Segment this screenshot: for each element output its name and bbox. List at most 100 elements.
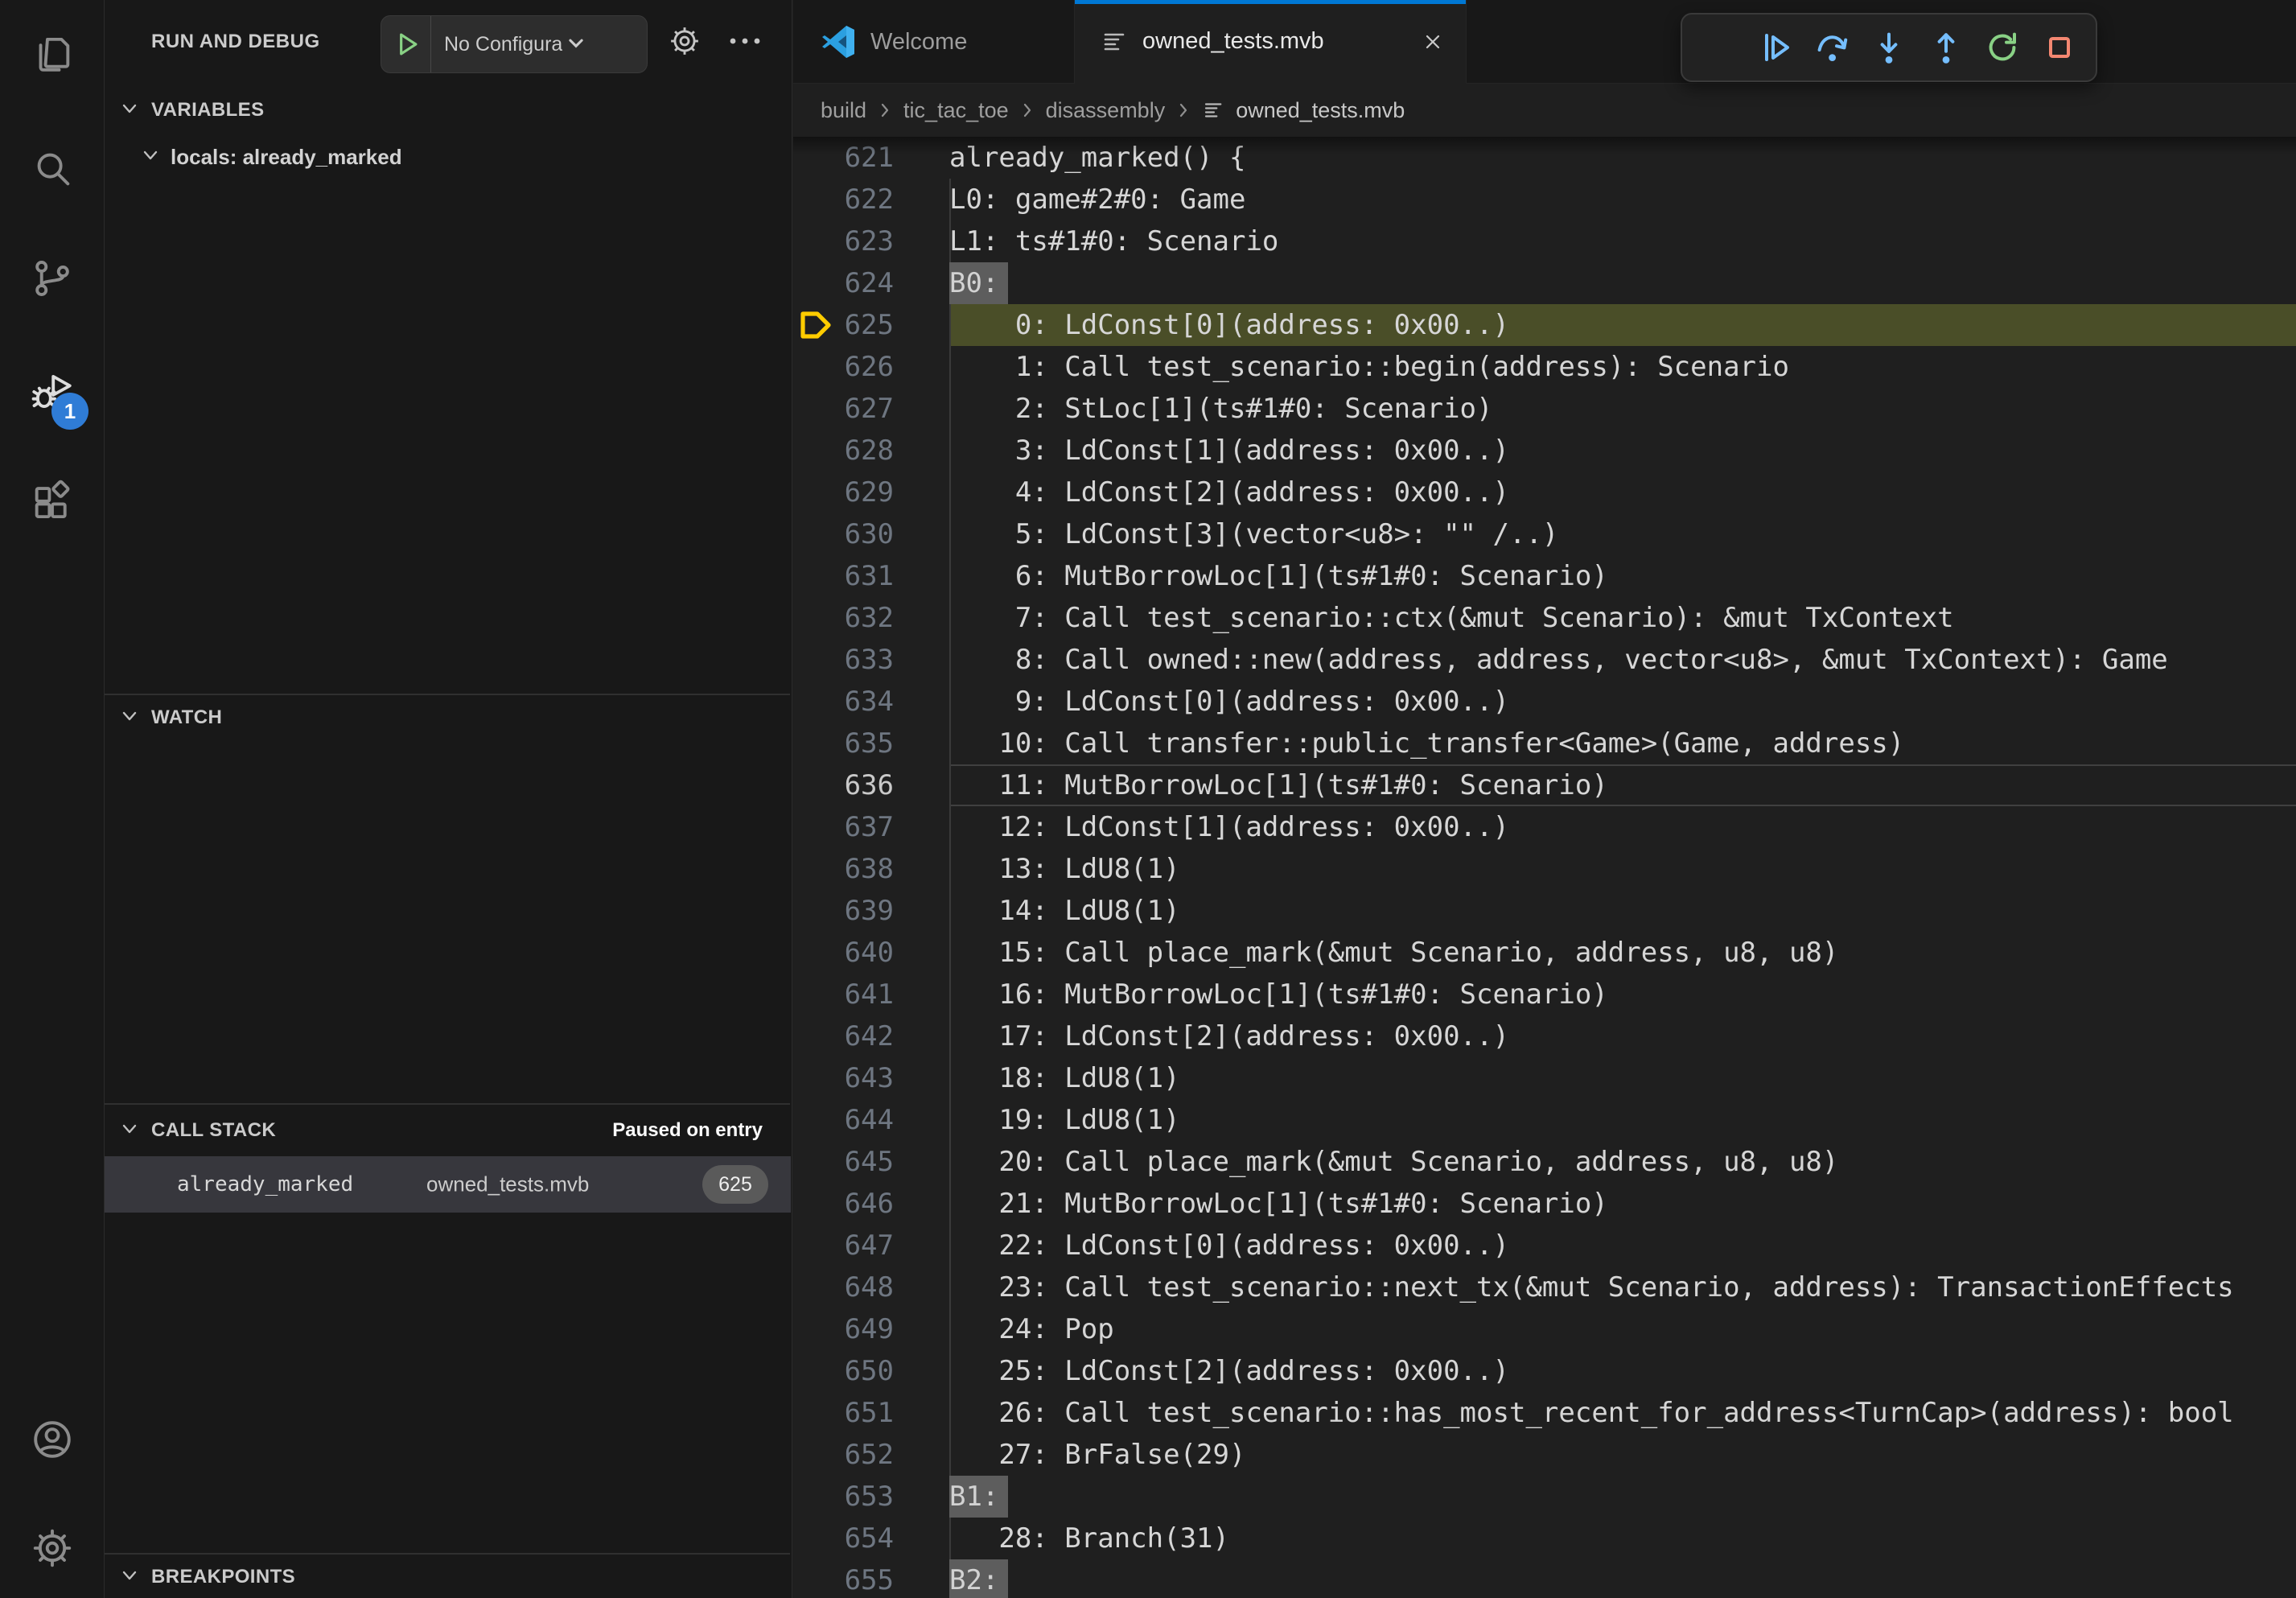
code-text: B0: xyxy=(949,262,1008,304)
debug-continue-button[interactable] xyxy=(1752,24,1799,71)
code-line[interactable]: 651 26: Call test_scenario::has_most_rec… xyxy=(793,1392,2296,1434)
play-icon xyxy=(391,29,422,60)
variables-scope-locals[interactable]: locals: already_marked xyxy=(105,134,790,180)
code-line-block-label[interactable]: 624 B0: xyxy=(793,262,2296,304)
code-line-block-label[interactable]: 655B2: xyxy=(793,1559,2296,1598)
code-line[interactable]: 628 3: LdConst[1](address: 0x00..) xyxy=(793,430,2296,472)
chevron-down-icon xyxy=(117,97,142,125)
debug-stop-button[interactable] xyxy=(2036,24,2083,71)
step-out-icon xyxy=(1927,28,1965,67)
breakpoints-section-label: BREAKPOINTS xyxy=(151,1566,295,1588)
tab-owned-tests[interactable]: owned_tests.mvb xyxy=(1075,0,1467,84)
code-line[interactable]: 637 12: LdConst[1](address: 0x00..) xyxy=(793,806,2296,848)
frame-line-badge: 625 xyxy=(702,1165,768,1204)
more-icon xyxy=(726,32,763,50)
code-line[interactable]: 633 8: Call owned::new(address, address,… xyxy=(793,639,2296,681)
debug-step-out-button[interactable] xyxy=(1923,24,1969,71)
code-line-block-label[interactable]: 653B1: xyxy=(793,1476,2296,1518)
code-line-cursor[interactable]: 636 11: MutBorrowLoc[1](ts#1#0: Scenario… xyxy=(793,764,2296,806)
code-text: 3: LdConst[1](address: 0x00..) xyxy=(793,430,2296,472)
run-and-debug-sidebar: RUN AND DEBUG No Configura VARIABLES loc… xyxy=(105,0,792,1598)
account-button[interactable] xyxy=(29,1416,76,1463)
line-number-gutter[interactable]: 655 xyxy=(793,1559,894,1598)
frame-file-name: owned_tests.mvb xyxy=(426,1172,589,1197)
code-line[interactable]: 623L1: ts#1#0: Scenario xyxy=(793,220,2296,262)
breadcrumb-tic-tac-toe[interactable]: tic_tac_toe xyxy=(903,98,1009,123)
code-line-current-execution[interactable]: 625 0: LdConst[0](address: 0x00..) xyxy=(793,304,2296,346)
code-line[interactable]: 635 10: Call transfer::public_transfer<G… xyxy=(793,723,2296,764)
code-line[interactable]: 648 23: Call test_scenario::next_tx(&mut… xyxy=(793,1266,2296,1308)
code-line[interactable]: 650 25: LdConst[2](address: 0x00..) xyxy=(793,1350,2296,1392)
variables-section-header[interactable]: VARIABLES xyxy=(105,87,790,134)
code-line[interactable]: 654 28: Branch(31) xyxy=(793,1518,2296,1559)
activity-explorer-button[interactable] xyxy=(29,31,76,77)
code-line[interactable]: 649 24: Pop xyxy=(793,1308,2296,1350)
variables-section-label: VARIABLES xyxy=(151,99,265,121)
code-line[interactable]: 631 6: MutBorrowLoc[1](ts#1#0: Scenario) xyxy=(793,555,2296,597)
settings-button[interactable] xyxy=(29,1525,76,1571)
code-text: 16: MutBorrowLoc[1](ts#1#0: Scenario) xyxy=(793,974,2296,1015)
breakpoints-section-header[interactable]: BREAKPOINTS xyxy=(105,1553,790,1598)
code-text: 27: BrFalse(29) xyxy=(793,1434,2296,1476)
breadcrumb-file[interactable]: owned_tests.mvb xyxy=(1202,98,1405,123)
code-line[interactable]: 629 4: LdConst[2](address: 0x00..) xyxy=(793,472,2296,513)
code-line[interactable]: 632 7: Call test_scenario::ctx(&mut Scen… xyxy=(793,597,2296,639)
code-line[interactable]: 622L0: game#2#0: Game xyxy=(793,179,2296,220)
line-number-gutter[interactable]: 624 xyxy=(793,262,894,304)
search-icon xyxy=(29,181,76,195)
close-icon[interactable] xyxy=(1421,30,1445,54)
line-number-gutter[interactable]: 653 xyxy=(793,1476,894,1518)
code-text: L0: game#2#0: Game xyxy=(793,179,2296,220)
chevron-down-icon xyxy=(562,29,590,60)
call-stack-section-header[interactable]: CALL STACK Paused on entry xyxy=(105,1103,790,1156)
debug-step-over-button[interactable] xyxy=(1808,24,1855,71)
code-text: 14: LdU8(1) xyxy=(793,890,2296,932)
code-text: 7: Call test_scenario::ctx(&mut Scenario… xyxy=(793,597,2296,639)
code-line[interactable]: 621already_marked() { xyxy=(793,137,2296,179)
code-line[interactable]: 634 9: LdConst[0](address: 0x00..) xyxy=(793,681,2296,723)
chevron-down-icon xyxy=(138,143,163,171)
code-line[interactable]: 627 2: StLoc[1](ts#1#0: Scenario) xyxy=(793,388,2296,430)
code-line[interactable]: 638 13: LdU8(1) xyxy=(793,848,2296,890)
extensions-icon xyxy=(29,515,76,529)
call-stack-frame-row[interactable]: already_marked owned_tests.mvb 625 xyxy=(105,1156,791,1213)
code-line[interactable]: 640 15: Call place_mark(&mut Scenario, a… xyxy=(793,932,2296,974)
code-line[interactable]: 642 17: LdConst[2](address: 0x00..) xyxy=(793,1015,2296,1057)
breadcrumb-disassembly[interactable]: disassembly xyxy=(1046,98,1166,123)
debug-step-into-button[interactable] xyxy=(1866,24,1912,71)
call-stack-section-label: CALL STACK xyxy=(151,1119,276,1142)
debug-restart-button[interactable] xyxy=(1979,24,2026,71)
code-line[interactable]: 643 18: LdU8(1) xyxy=(793,1057,2296,1099)
watch-section-header[interactable]: WATCH xyxy=(105,694,790,740)
more-actions-button[interactable] xyxy=(726,32,763,54)
start-debug-button[interactable] xyxy=(381,16,431,72)
editor-group: Welcome owned_tests.mvb build tic_tac_to… xyxy=(793,0,2296,1598)
code-line[interactable]: 652 27: BrFalse(29) xyxy=(793,1434,2296,1476)
code-line[interactable]: 644 19: LdU8(1) xyxy=(793,1099,2296,1141)
paused-status-text: Paused on entry xyxy=(612,1119,763,1142)
code-text: 17: LdConst[2](address: 0x00..) xyxy=(793,1015,2296,1057)
activity-extensions-button[interactable] xyxy=(29,479,76,525)
debug-config-dropdown[interactable]: No Configura xyxy=(381,15,648,73)
gear-icon xyxy=(29,1561,76,1575)
code-text: 9: LdConst[0](address: 0x00..) xyxy=(793,681,2296,723)
code-line[interactable]: 626 1: Call test_scenario::begin(address… xyxy=(793,346,2296,388)
code-line[interactable]: 646 21: MutBorrowLoc[1](ts#1#0: Scenario… xyxy=(793,1183,2296,1225)
activity-search-button[interactable] xyxy=(29,145,76,192)
continue-icon xyxy=(1756,28,1795,67)
chevron-right-icon xyxy=(1017,100,1038,121)
activity-source-control-button[interactable] xyxy=(29,255,76,302)
code-line[interactable]: 639 14: LdU8(1) xyxy=(793,890,2296,932)
toolbar-drag-handle[interactable] xyxy=(1695,24,1742,71)
breadcrumb-build[interactable]: build xyxy=(821,98,866,123)
debug-count-badge: 1 xyxy=(51,393,88,430)
code-line[interactable]: 641 16: MutBorrowLoc[1](ts#1#0: Scenario… xyxy=(793,974,2296,1015)
account-icon xyxy=(29,1452,76,1466)
breadcrumb-file-label: owned_tests.mvb xyxy=(1236,98,1405,123)
debug-settings-button[interactable] xyxy=(666,23,703,64)
code-line[interactable]: 647 22: LdConst[0](address: 0x00..) xyxy=(793,1225,2296,1266)
tab-welcome[interactable]: Welcome xyxy=(793,0,1075,84)
code-line[interactable]: 630 5: LdConst[3](vector<u8>: "" /..) xyxy=(793,513,2296,555)
code-line[interactable]: 645 20: Call place_mark(&mut Scenario, a… xyxy=(793,1141,2296,1183)
activity-bar: 1 xyxy=(0,0,105,1598)
